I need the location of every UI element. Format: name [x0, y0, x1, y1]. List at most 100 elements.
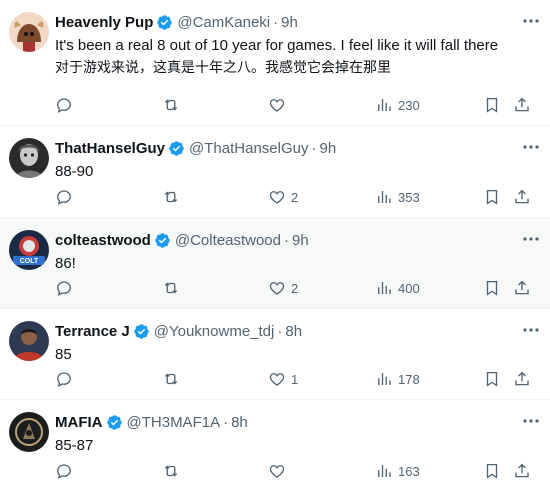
avatar-logo-text: COLT [20, 258, 39, 265]
share-icon [515, 97, 529, 112]
more-options-icon[interactable] [522, 140, 540, 154]
separator-dot: · [283, 231, 289, 249]
like-count: 2 [291, 280, 299, 296]
bookmark-button[interactable] [483, 461, 501, 481]
display-name[interactable]: Terrance J [55, 323, 130, 340]
tweet-header: ThatHanselGuy @ThatHanselGuy · 9h [55, 138, 336, 158]
reply-button[interactable] [55, 95, 78, 115]
more-options-icon[interactable] [522, 232, 540, 246]
user-handle[interactable]: @TH3MAF1A [127, 414, 221, 431]
verified-badge-icon [106, 414, 122, 430]
user-handle[interactable]: @CamKaneki [177, 14, 270, 31]
retweet-icon [164, 282, 178, 294]
display-name[interactable]: MAFIA [55, 414, 103, 431]
share-button[interactable] [513, 95, 531, 115]
display-name[interactable]: colteastwood [55, 232, 151, 249]
retweet-button[interactable] [162, 461, 185, 481]
tweet-header: MAFIA @TH3MAF1A · 8h [55, 412, 248, 432]
reply-button[interactable] [55, 187, 78, 207]
views-button[interactable]: 163 [375, 461, 420, 481]
user-handle[interactable]: @ThatHanselGuy [189, 140, 308, 157]
views-button[interactable]: 353 [375, 187, 420, 207]
timestamp[interactable]: 8h [285, 323, 302, 340]
share-icon [515, 280, 529, 295]
bookmark-button[interactable] [483, 369, 501, 389]
tweet-text: It's been a real 8 out of 10 year for ga… [55, 34, 525, 80]
bookmark-button[interactable] [483, 278, 501, 298]
tweet-text: 88-90 [55, 160, 525, 183]
view-count: 230 [398, 97, 420, 113]
views-chart-icon [378, 465, 391, 477]
heart-icon [269, 99, 285, 112]
tweet-text: 85 [55, 343, 525, 366]
action-bar: 230 [55, 95, 539, 115]
tweet-text-line: 85-87 [55, 437, 94, 454]
reply-icon [57, 464, 71, 480]
share-button[interactable] [513, 278, 531, 298]
share-icon [515, 189, 529, 204]
view-count: 163 [398, 463, 420, 479]
display-name[interactable]: Heavenly Pup [55, 14, 153, 31]
views-chart-icon [378, 99, 391, 111]
reply-feed: Heavenly Pup @CamKaneki · 9h It's been a… [0, 0, 550, 495]
user-handle[interactable]: @Colteastwood [175, 232, 281, 249]
retweet-button[interactable] [162, 187, 185, 207]
tweet-text-line: It's been a real 8 out of 10 year for ga… [55, 37, 499, 54]
emblem-avatar-icon[interactable] [9, 412, 49, 452]
like-button[interactable] [268, 461, 291, 481]
more-options-icon[interactable] [522, 414, 540, 428]
tweet-3[interactable]: Terrance J @Youknowme_tdj · 8h 85 1 178 [0, 309, 550, 400]
action-bar: 2 400 [55, 278, 539, 298]
goat-avatar-icon[interactable] [9, 12, 49, 52]
tweet-text-line: 86! [55, 255, 76, 272]
like-button[interactable] [268, 95, 291, 115]
bookmark-icon [486, 189, 498, 205]
like-button[interactable]: 2 [268, 278, 298, 298]
verified-badge-icon [157, 14, 173, 30]
colt-logo-avatar-icon[interactable]: COLT [9, 230, 49, 270]
action-bar: 1 178 [55, 369, 539, 389]
like-button[interactable]: 2 [268, 187, 298, 207]
separator-dot: · [223, 413, 229, 431]
retweet-icon [164, 99, 178, 111]
bookmark-button[interactable] [483, 187, 501, 207]
bookmark-button[interactable] [483, 95, 501, 115]
views-button[interactable]: 230 [375, 95, 420, 115]
tweet-1[interactable]: ThatHanselGuy @ThatHanselGuy · 9h 88-90 … [0, 126, 550, 218]
retweet-button[interactable] [162, 95, 185, 115]
timestamp[interactable]: 9h [292, 232, 309, 249]
share-button[interactable] [513, 369, 531, 389]
reply-button[interactable] [55, 278, 78, 298]
tweet-2[interactable]: COLT colteastwood @Colteastwood · 9h 86! [0, 218, 550, 309]
tweet-0[interactable]: Heavenly Pup @CamKaneki · 9h It's been a… [0, 0, 550, 126]
share-button[interactable] [513, 187, 531, 207]
person-avatar-icon[interactable] [9, 321, 49, 361]
retweet-button[interactable] [162, 369, 185, 389]
views-button[interactable]: 178 [375, 369, 420, 389]
display-name[interactable]: ThatHanselGuy [55, 140, 165, 157]
tweet-header: colteastwood @Colteastwood · 9h [55, 230, 309, 250]
share-button[interactable] [513, 461, 531, 481]
share-icon [515, 463, 529, 478]
timestamp[interactable]: 8h [231, 414, 248, 431]
timestamp[interactable]: 9h [319, 140, 336, 157]
tweet-text-line: 88-90 [55, 163, 94, 180]
more-options-icon[interactable] [522, 14, 540, 28]
timestamp[interactable]: 9h [281, 14, 298, 31]
views-button[interactable]: 400 [375, 278, 420, 298]
bookmark-icon [486, 371, 498, 387]
reply-button[interactable] [55, 461, 78, 481]
bookmark-icon [486, 97, 498, 113]
reply-icon [57, 281, 71, 297]
retweet-button[interactable] [162, 278, 185, 298]
tweet-header: Heavenly Pup @CamKaneki · 9h [55, 12, 298, 32]
tweet-4[interactable]: MAFIA @TH3MAF1A · 8h 85-87 163 [0, 400, 550, 495]
tweet-text: 85-87 [55, 434, 525, 457]
like-button[interactable]: 1 [268, 369, 298, 389]
reply-button[interactable] [55, 369, 78, 389]
portrait-avatar-icon[interactable] [9, 138, 49, 178]
user-handle[interactable]: @Youknowme_tdj [154, 323, 275, 340]
heart-icon [269, 373, 285, 386]
retweet-icon [164, 465, 178, 477]
more-options-icon[interactable] [522, 323, 540, 337]
